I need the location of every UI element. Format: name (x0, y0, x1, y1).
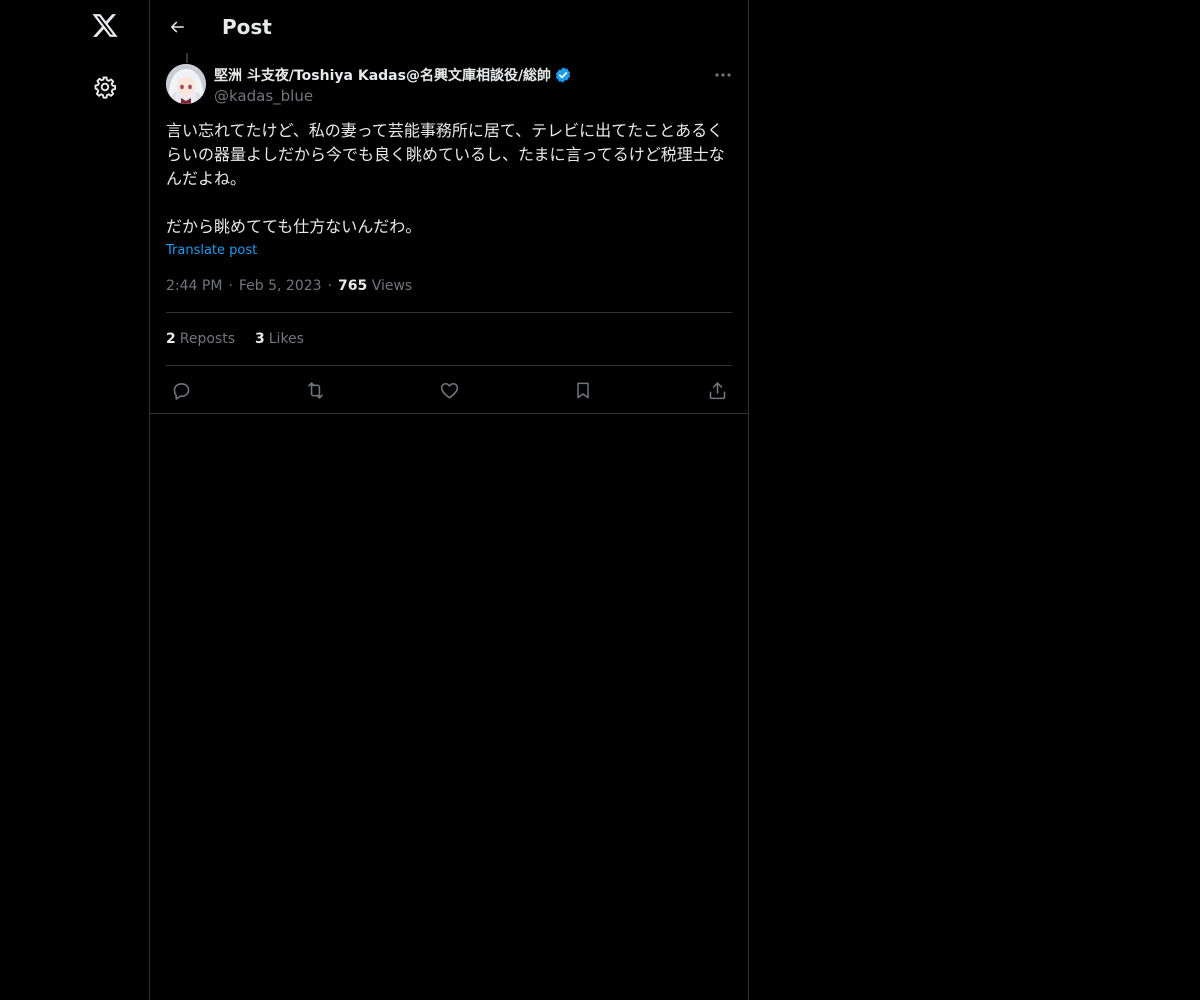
reposts-label: Reposts (179, 331, 235, 347)
main-column: Post 堅洲 斗支夜/Toshiya Kadas@名興文庫相談役/総帥 @ka… (149, 0, 749, 1000)
author-handle[interactable]: @kadas_blue (214, 86, 313, 106)
share-icon[interactable] (704, 377, 730, 403)
bookmark-icon[interactable] (570, 377, 596, 403)
top-bar: Post (150, 0, 748, 53)
likes-count: 3 (255, 331, 265, 347)
page-title: Post (222, 15, 272, 39)
reposts-count: 2 (166, 331, 176, 347)
likes-label: Likes (268, 331, 304, 347)
views-label: Views (371, 278, 413, 294)
author-name-row: 堅洲 斗支夜/Toshiya Kadas@名興文庫相談役/総帥 (214, 64, 572, 86)
meta-separator: · (228, 278, 233, 294)
likes-stat[interactable]: 3 Likes (255, 329, 304, 349)
engagement-stats: 2 Reposts 3 Likes (166, 329, 324, 349)
meta-separator: · (327, 278, 333, 294)
action-bar (150, 366, 748, 414)
post-date[interactable]: Feb 5, 2023 (239, 278, 322, 294)
translate-post-link[interactable]: Translate post (166, 242, 257, 260)
post-meta: 2:44 PM · Feb 5, 2023 · 765 Views (166, 276, 412, 296)
reposts-stat[interactable]: 2 Reposts (166, 329, 235, 349)
gear-icon[interactable] (91, 73, 119, 101)
views-count: 765 (338, 278, 368, 294)
divider (166, 312, 732, 313)
verified-badge-icon (554, 66, 572, 84)
repost-icon[interactable] (302, 377, 328, 403)
post-time[interactable]: 2:44 PM (166, 278, 222, 294)
like-icon[interactable] (436, 377, 462, 403)
avatar[interactable] (166, 64, 206, 104)
left-nav (0, 0, 149, 1000)
author-name[interactable]: 堅洲 斗支夜/Toshiya Kadas@名興文庫相談役/総帥 (214, 65, 551, 85)
thread-connector (186, 53, 188, 63)
app-root: Post 堅洲 斗支夜/Toshiya Kadas@名興文庫相談役/総帥 @ka… (0, 0, 1200, 1000)
more-options-icon[interactable] (710, 64, 736, 86)
x-logo-icon[interactable] (89, 11, 121, 43)
post-text: 言い忘れてたけど、私の妻って芸能事務所に居て、テレビに出てたことあるくらいの器量… (166, 121, 725, 236)
reply-icon[interactable] (168, 377, 194, 403)
arrow-left-icon[interactable] (164, 14, 190, 40)
